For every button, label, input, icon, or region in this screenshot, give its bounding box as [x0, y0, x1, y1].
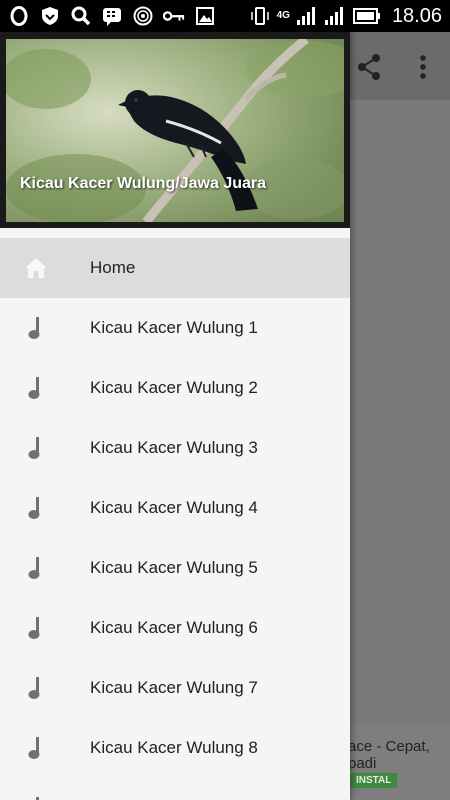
clock-time: 18.06 — [391, 4, 442, 27]
ad-text-line1: ace - Cepat, — [348, 738, 430, 755]
menu-item-label: Kicau Kacer Wulung 3 — [90, 438, 258, 457]
menu-item-home[interactable]: Home — [0, 238, 350, 298]
opera-icon — [8, 5, 30, 27]
menu-item-kicau-6[interactable]: Kicau Kacer Wulung 6 — [0, 598, 350, 658]
network-type-label: 4G — [276, 10, 290, 21]
music-note-icon — [24, 316, 48, 340]
menu-item-label: Kicau Kacer Wulung 7 — [90, 678, 258, 697]
status-bar: 4G 18.06 — [0, 0, 450, 32]
menu-item-label: Home — [90, 258, 136, 277]
vibrate-icon — [249, 5, 271, 27]
menu-item-label: Kicau Kacer Wulung 2 — [90, 378, 258, 397]
ad-text: ace - Cepat, padi — [348, 738, 448, 772]
shield-icon — [39, 5, 61, 27]
menu-item-label: Kicau Kacer Wulung 6 — [90, 618, 258, 637]
key-icon — [163, 5, 185, 27]
music-note-icon — [24, 676, 48, 700]
music-note-icon — [24, 556, 48, 580]
menu-item-label: Kicau Kacer Wulung 5 — [90, 558, 258, 577]
share-icon[interactable] — [354, 52, 384, 82]
menu-item-label: Kicau Kacer Wulung 8 — [90, 738, 258, 757]
signal-icon — [296, 5, 318, 27]
menu-item-kicau-4[interactable]: Kicau Kacer Wulung 4 — [0, 478, 350, 538]
music-note-icon — [24, 376, 48, 400]
signal-icon-2 — [324, 5, 346, 27]
menu-item-kicau-5[interactable]: Kicau Kacer Wulung 5 — [0, 538, 350, 598]
image-icon — [194, 5, 216, 27]
menu-item-kicau-1[interactable]: Kicau Kacer Wulung 1 — [0, 298, 350, 358]
menu-item-kicau-7[interactable]: Kicau Kacer Wulung 7 — [0, 658, 350, 718]
home-icon — [24, 256, 48, 280]
battery-icon — [352, 5, 382, 27]
drawer-header: Kicau Kacer Wulung/Jawa Juara — [0, 32, 350, 228]
ad-text-line2: padi — [348, 755, 377, 772]
menu-item-label: Kicau Kacer Wulung 1 — [90, 318, 258, 337]
music-note-icon — [24, 616, 48, 640]
drawer-menu: Home Kicau Kacer Wulung 1 Kicau Kacer Wu… — [0, 238, 350, 800]
navigation-drawer: Kicau Kacer Wulung/Jawa Juara Home Kicau… — [0, 32, 350, 800]
music-note-icon — [24, 736, 48, 760]
search-icon — [70, 5, 92, 27]
drawer-header-title: Kicau Kacer Wulung/Jawa Juara — [20, 175, 267, 192]
menu-item-kicau-3[interactable]: Kicau Kacer Wulung 3 — [0, 418, 350, 478]
ad-install-button[interactable]: INSTAL — [350, 773, 398, 788]
more-vert-icon[interactable] — [412, 52, 434, 82]
radio-icon — [132, 5, 154, 27]
bird-header-image: Kicau Kacer Wulung/Jawa Juara — [6, 39, 344, 222]
music-note-icon — [24, 436, 48, 460]
menu-item-kicau-8[interactable]: Kicau Kacer Wulung 8 — [0, 718, 350, 778]
music-note-icon — [24, 796, 48, 800]
music-note-icon — [24, 496, 48, 520]
bbm-icon — [101, 5, 123, 27]
menu-item-kicau-partial[interactable] — [0, 778, 350, 800]
menu-item-label: Kicau Kacer Wulung 4 — [90, 498, 258, 517]
menu-item-kicau-2[interactable]: Kicau Kacer Wulung 2 — [0, 358, 350, 418]
